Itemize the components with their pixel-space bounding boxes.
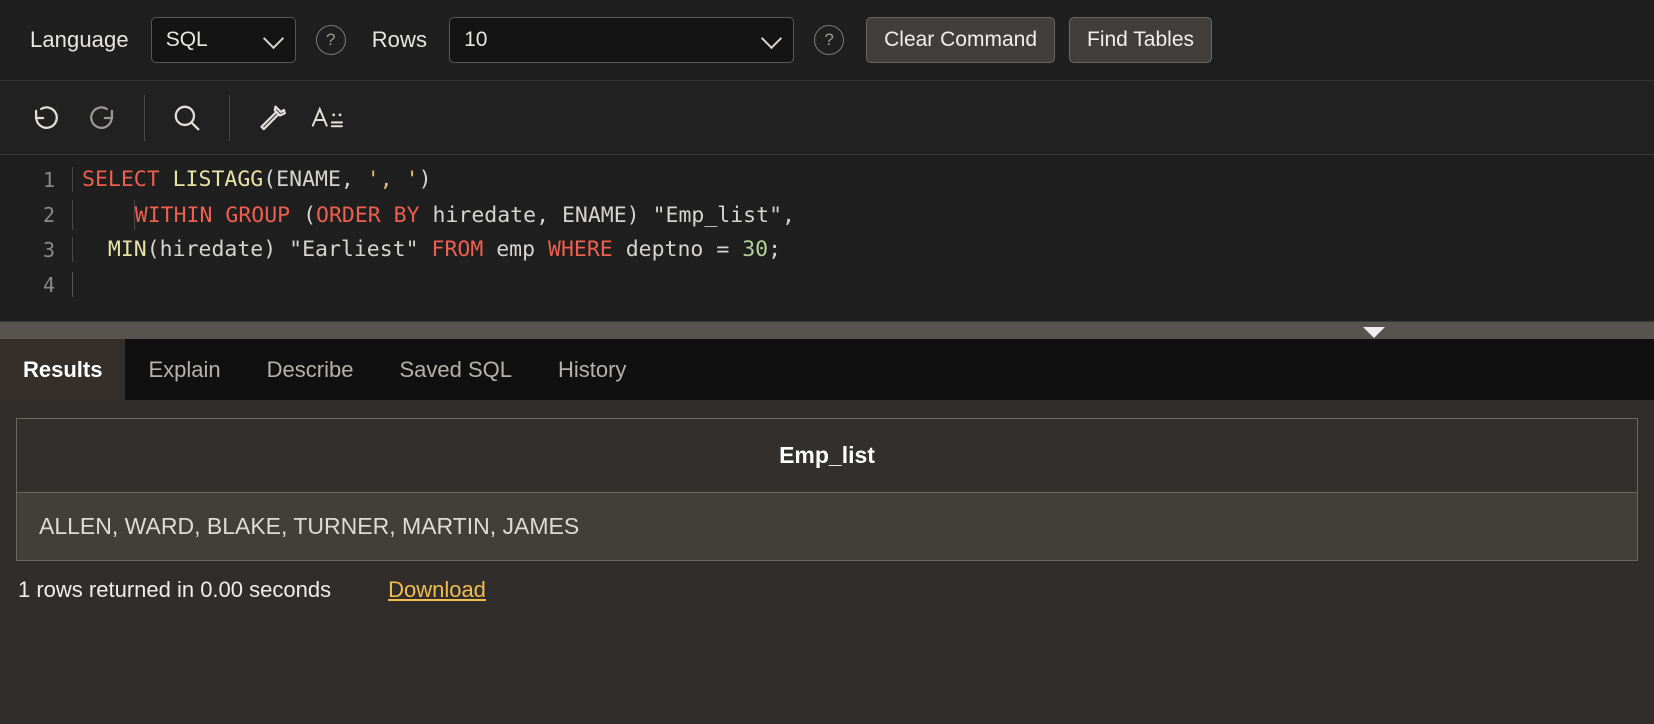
language-select[interactable]: SQL xyxy=(150,17,296,63)
tab-label: History xyxy=(557,356,627,382)
column-header-emp-list[interactable]: Emp_list xyxy=(17,419,1637,493)
code-line: 1 SELECT LISTAGG(ENAME, ', ') xyxy=(0,162,1654,197)
code-line: 3 MIN(hiredate) "Earliest" FROM emp WHER… xyxy=(0,232,1654,267)
sql-string: ', ' xyxy=(366,167,419,192)
tab-results[interactable]: Results xyxy=(0,339,126,400)
sql-plain: ) xyxy=(418,167,432,192)
sql-plain: (hiredate) "Earliest" xyxy=(146,237,432,262)
results-status-bar: 1 rows returned in 0.00 seconds Download xyxy=(0,561,1654,603)
rows-label: Rows xyxy=(371,27,428,52)
tab-label: Saved SQL xyxy=(399,356,512,382)
clear-command-button[interactable]: Clear Command xyxy=(866,17,1055,63)
code-line-1-content: SELECT LISTAGG(ENAME, ', ') xyxy=(72,167,1654,192)
results-table-wrapper: Emp_list ALLEN, WARD, BLAKE, TURNER, MAR… xyxy=(16,418,1638,561)
line-number: 4 xyxy=(42,272,55,297)
sql-keyword: WHERE xyxy=(548,237,613,262)
line-number: 2 xyxy=(42,202,55,227)
code-line-3-content: MIN(hiredate) "Earliest" FROM emp WHERE … xyxy=(72,237,1654,262)
find-tables-button[interactable]: Find Tables xyxy=(1069,17,1213,63)
language-help-icon[interactable]: ? xyxy=(315,25,346,55)
line-number: 1 xyxy=(42,167,55,192)
table-header-row: Emp_list xyxy=(17,419,1637,493)
chevron-down-icon xyxy=(761,27,783,50)
results-table: Emp_list ALLEN, WARD, BLAKE, TURNER, MAR… xyxy=(17,419,1637,561)
tab-history[interactable]: History xyxy=(535,339,649,400)
top-toolbar: Language SQL ? Rows 10 ? Clear Command F… xyxy=(0,0,1654,81)
rows-returned-status: 1 rows returned in 0.00 seconds xyxy=(18,576,332,602)
code-line: 2 WITHIN GROUP (ORDER BY hiredate, ENAME… xyxy=(0,197,1654,232)
tab-label: Describe xyxy=(266,356,354,382)
undo-icon[interactable] xyxy=(18,90,74,146)
sql-number: 30 xyxy=(742,237,769,262)
code-line-2-content: WITHIN GROUP (ORDER BY hiredate, ENAME) … xyxy=(72,199,1654,230)
panel-splitter[interactable] xyxy=(0,321,1654,339)
rows-help-icon[interactable]: ? xyxy=(814,25,845,55)
sql-function: LISTAGG xyxy=(159,167,264,192)
search-icon[interactable] xyxy=(159,90,215,146)
toolbar-divider xyxy=(144,94,145,141)
sql-plain: emp xyxy=(483,237,549,262)
code-line: 4 xyxy=(0,267,1654,302)
sql-plain: deptno = xyxy=(612,237,743,262)
download-link[interactable]: Download xyxy=(388,577,486,603)
language-select-value: SQL xyxy=(165,28,208,51)
sql-keyword: WITHIN GROUP xyxy=(134,202,291,228)
sql-keyword: FROM xyxy=(431,237,484,262)
sql-plain: (ENAME, xyxy=(263,167,367,192)
tab-saved-sql[interactable]: Saved SQL xyxy=(376,339,535,400)
results-table-head: Emp_list xyxy=(17,419,1637,493)
code-line-4-content xyxy=(72,272,1654,297)
language-label: Language xyxy=(30,27,129,52)
tab-describe[interactable]: Describe xyxy=(244,339,377,400)
font-size-icon[interactable] xyxy=(300,90,356,146)
sql-plain: ; xyxy=(768,237,782,262)
sql-keyword: SELECT xyxy=(82,167,160,192)
sql-plain: ( xyxy=(290,202,317,228)
tab-explain[interactable]: Explain xyxy=(125,339,243,400)
redo-icon[interactable] xyxy=(74,90,130,146)
results-panel: Emp_list ALLEN, WARD, BLAKE, TURNER, MAR… xyxy=(0,400,1654,724)
table-row[interactable]: ALLEN, WARD, BLAKE, TURNER, MARTIN, JAME… xyxy=(17,492,1637,561)
toolbar-divider xyxy=(229,94,230,141)
results-table-body: ALLEN, WARD, BLAKE, TURNER, MARTIN, JAME… xyxy=(17,492,1637,561)
sql-code-editor[interactable]: 1 SELECT LISTAGG(ENAME, ', ') 2 WITHIN G… xyxy=(0,155,1654,321)
chevron-down-icon xyxy=(262,27,284,50)
sql-keyword: ORDER BY xyxy=(316,202,420,228)
rows-select-value: 10 xyxy=(464,28,488,51)
editor-toolbar xyxy=(0,81,1654,155)
tab-label: Results xyxy=(23,356,103,382)
line-number: 3 xyxy=(42,237,55,262)
sql-plain: hiredate, ENAME) "Emp_list", xyxy=(419,202,795,228)
tab-label: Explain xyxy=(148,356,221,382)
triangle-down-icon[interactable] xyxy=(1363,327,1385,338)
results-tabs: Results Explain Describe Saved SQL Histo… xyxy=(0,339,1654,400)
hammer-icon[interactable] xyxy=(244,90,300,146)
sql-function: MIN xyxy=(107,237,147,262)
table-cell: ALLEN, WARD, BLAKE, TURNER, MARTIN, JAME… xyxy=(17,492,1637,561)
rows-select[interactable]: 10 xyxy=(449,17,795,63)
